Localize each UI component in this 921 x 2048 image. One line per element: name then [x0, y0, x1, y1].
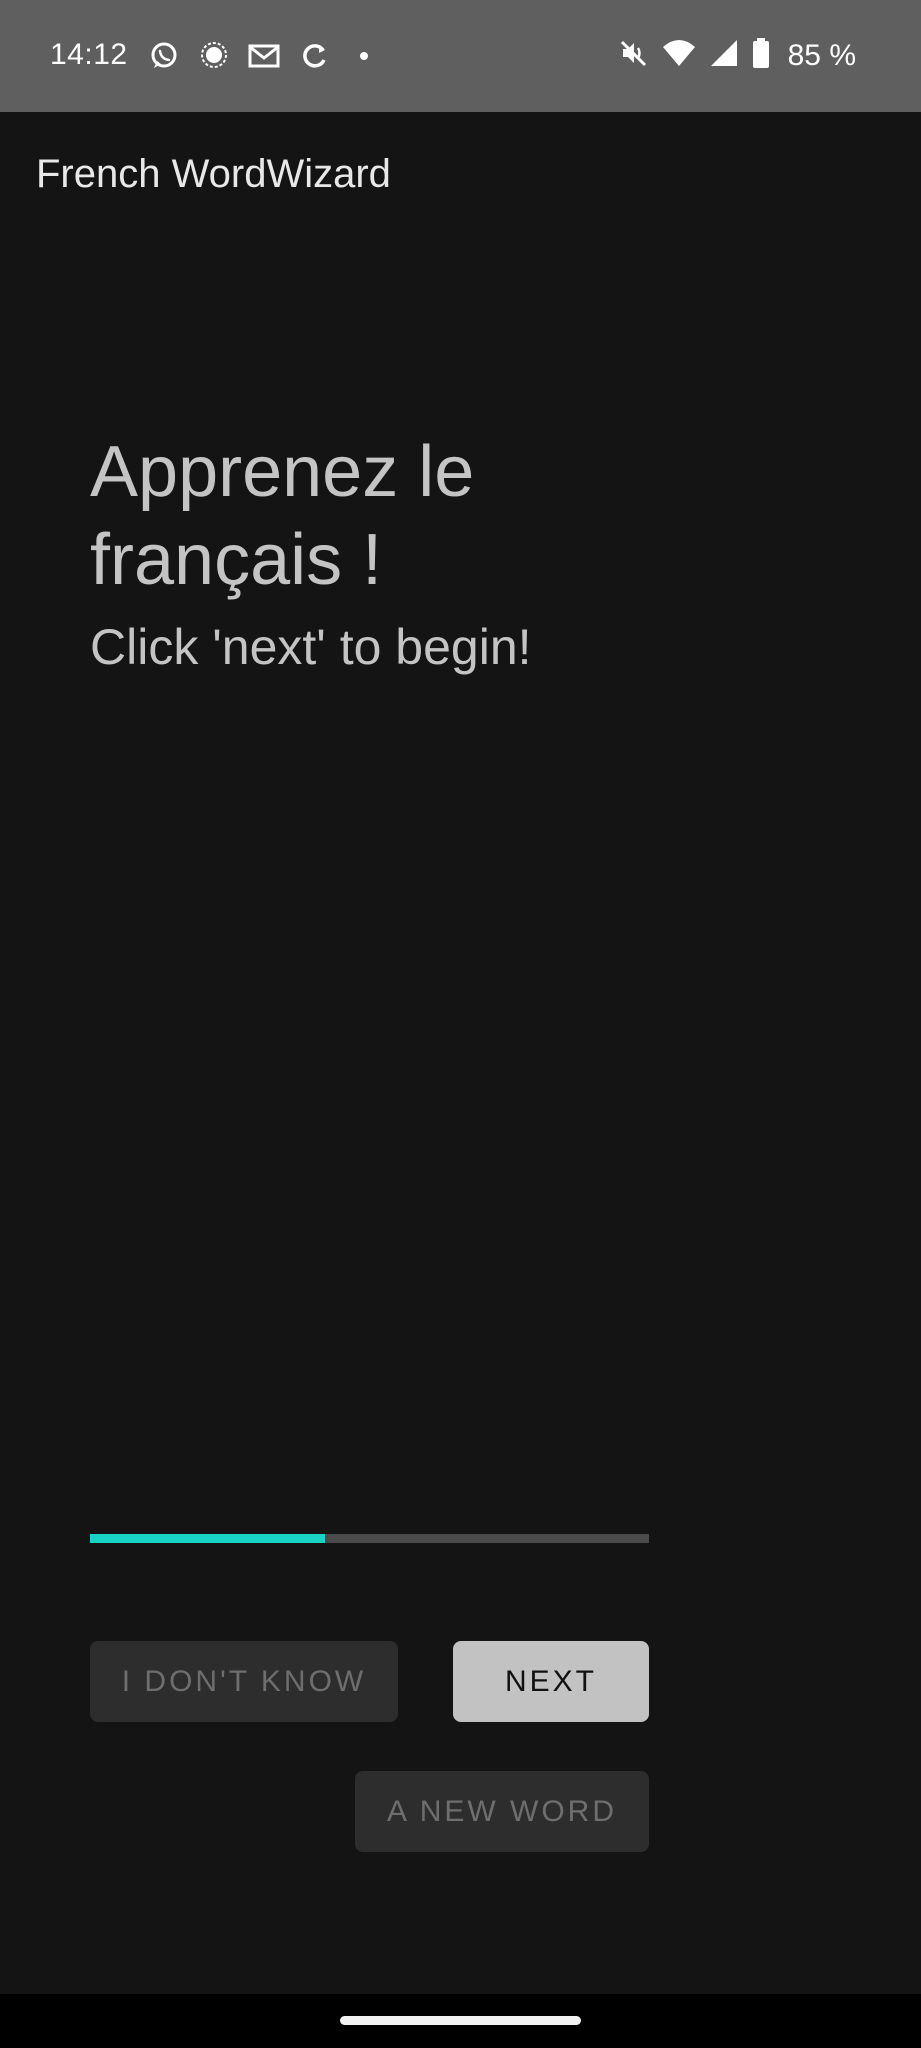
- app-title: French WordWizard: [36, 152, 391, 196]
- progress-fill: [90, 1534, 325, 1543]
- battery-icon: [752, 38, 770, 73]
- instruction-text: Click 'next' to begin!: [90, 619, 532, 675]
- battery-percent: 85 %: [787, 38, 856, 72]
- notification-icons: [148, 40, 380, 72]
- navigation-bar: [0, 1994, 921, 2048]
- dont-know-button[interactable]: I DON'T KNOW: [90, 1641, 398, 1722]
- sync-icon: [298, 40, 330, 72]
- notification-dot-icon: [348, 40, 380, 72]
- new-word-button[interactable]: A NEW WORD: [355, 1771, 649, 1852]
- muted-speaker-icon: [618, 38, 648, 73]
- next-button[interactable]: NEXT: [453, 1641, 649, 1722]
- wifi-icon: [662, 39, 696, 72]
- whatsapp-icon: [148, 40, 180, 72]
- cell-signal-icon: [710, 39, 738, 72]
- progress-bar: [90, 1534, 649, 1543]
- status-time: 14:12: [50, 38, 128, 71]
- mail-icon: [248, 40, 280, 72]
- status-bar: 14:12 85 %: [0, 0, 921, 112]
- system-icons: 85 %: [618, 38, 856, 73]
- home-gesture-handle[interactable]: [340, 2016, 581, 2025]
- headline-text: Apprenez le français !: [90, 432, 475, 600]
- chat-bubble-icon: [198, 40, 230, 72]
- app-bar: French WordWizard: [0, 112, 921, 242]
